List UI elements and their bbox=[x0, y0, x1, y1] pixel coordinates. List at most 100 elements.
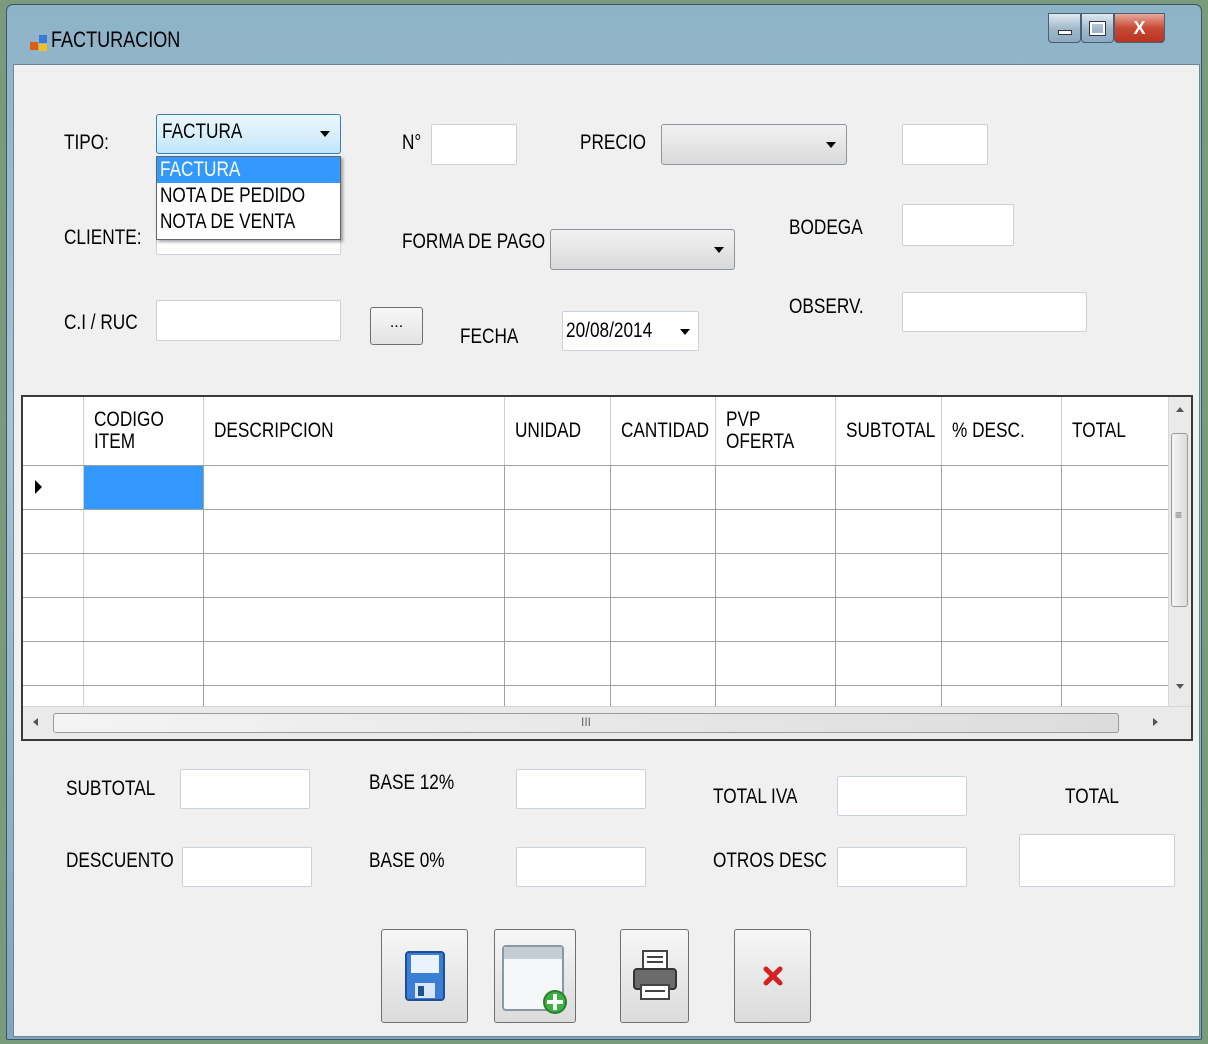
base0-input[interactable] bbox=[516, 847, 646, 887]
grid-cell[interactable] bbox=[836, 466, 942, 509]
precio-value-input[interactable] bbox=[902, 124, 988, 165]
row-header[interactable] bbox=[23, 598, 84, 641]
forma-pago-select[interactable] bbox=[550, 229, 735, 270]
grid-cell[interactable] bbox=[505, 598, 611, 641]
grid-cell[interactable] bbox=[1062, 554, 1169, 597]
window-title: FACTURACION bbox=[51, 27, 181, 52]
grid-cell[interactable] bbox=[836, 598, 942, 641]
grid-cell[interactable] bbox=[942, 466, 1062, 509]
minimize-icon bbox=[1057, 29, 1072, 35]
grid-cell[interactable] bbox=[204, 466, 505, 509]
bodega-input[interactable] bbox=[902, 204, 1014, 246]
cancel-button[interactable] bbox=[734, 929, 811, 1023]
descuento-input[interactable] bbox=[182, 847, 312, 887]
tipo-option-nota-pedido[interactable]: NOTA DE PEDIDO bbox=[157, 183, 340, 209]
grid-cell[interactable] bbox=[942, 554, 1062, 597]
table-row[interactable] bbox=[23, 466, 1169, 510]
precio-label: PRECIO bbox=[580, 131, 647, 154]
grid-cell[interactable] bbox=[204, 598, 505, 641]
table-row[interactable] bbox=[23, 598, 1169, 642]
chevron-down-icon bbox=[714, 246, 724, 253]
grid-cell[interactable] bbox=[505, 642, 611, 685]
tipo-option-factura[interactable]: FACTURA bbox=[157, 157, 340, 183]
grid-vertical-scrollbar[interactable]: ≡ bbox=[1168, 397, 1191, 707]
ci-ruc-input[interactable] bbox=[156, 300, 341, 341]
grid-cell[interactable] bbox=[505, 510, 611, 553]
grid-cell[interactable] bbox=[716, 642, 836, 685]
column-header-desc[interactable]: % DESC. bbox=[942, 397, 1062, 465]
column-header-pvp-oferta[interactable]: PVP OFERTA bbox=[716, 397, 836, 465]
vertical-scroll-thumb[interactable]: ≡ bbox=[1171, 433, 1188, 607]
close-button[interactable]: X bbox=[1114, 13, 1165, 43]
grid-cell[interactable] bbox=[611, 554, 716, 597]
new-button[interactable] bbox=[494, 929, 576, 1023]
minimize-button[interactable] bbox=[1048, 13, 1081, 43]
grid-cell[interactable] bbox=[716, 554, 836, 597]
grid-cell[interactable] bbox=[836, 554, 942, 597]
grid-cell[interactable] bbox=[716, 510, 836, 553]
red-x-icon bbox=[763, 966, 782, 986]
tipo-select[interactable]: FACTURA bbox=[156, 114, 341, 154]
maximize-button[interactable] bbox=[1081, 13, 1114, 43]
total-input[interactable] bbox=[1019, 834, 1175, 887]
column-header-unidad[interactable]: UNIDAD bbox=[505, 397, 611, 465]
table-row[interactable] bbox=[23, 510, 1169, 554]
row-header[interactable] bbox=[23, 466, 84, 509]
grid-cell[interactable] bbox=[836, 642, 942, 685]
tipo-option-nota-venta[interactable]: NOTA DE VENTA bbox=[157, 209, 340, 235]
row-header[interactable] bbox=[23, 554, 84, 597]
grid-cell[interactable] bbox=[505, 554, 611, 597]
otros-desc-input[interactable] bbox=[837, 847, 967, 887]
browse-button[interactable]: ... bbox=[370, 307, 423, 345]
column-header-descripcion[interactable]: DESCRIPCION bbox=[204, 397, 505, 465]
column-header-cantidad[interactable]: CANTIDAD bbox=[611, 397, 716, 465]
table-row[interactable] bbox=[23, 554, 1169, 598]
grid-cell[interactable] bbox=[611, 642, 716, 685]
scroll-right-icon[interactable] bbox=[1153, 718, 1158, 726]
grid-cell[interactable] bbox=[716, 598, 836, 641]
grid-cell[interactable] bbox=[942, 642, 1062, 685]
grid-cell[interactable] bbox=[836, 510, 942, 553]
base12-input[interactable] bbox=[516, 769, 646, 809]
grid-cell[interactable] bbox=[611, 466, 716, 509]
grid-cell[interactable] bbox=[611, 598, 716, 641]
subtotal-input[interactable] bbox=[180, 769, 310, 809]
grid-cell[interactable] bbox=[204, 554, 505, 597]
grid-cell[interactable] bbox=[84, 642, 204, 685]
column-header-total[interactable]: TOTAL bbox=[1062, 397, 1169, 465]
grid-cell[interactable] bbox=[1062, 642, 1169, 685]
grid-cell[interactable] bbox=[84, 466, 204, 509]
numero-input[interactable] bbox=[431, 124, 517, 165]
table-row[interactable] bbox=[23, 642, 1169, 686]
fecha-date-picker[interactable]: 20/08/2014 bbox=[562, 311, 699, 351]
grid-cell[interactable] bbox=[1062, 510, 1169, 553]
row-header[interactable] bbox=[23, 642, 84, 685]
grid-cell[interactable] bbox=[1062, 598, 1169, 641]
save-button[interactable] bbox=[381, 929, 468, 1023]
chevron-down-icon bbox=[320, 131, 330, 137]
precio-select[interactable] bbox=[661, 124, 847, 165]
grid-cell[interactable] bbox=[84, 554, 204, 597]
row-header[interactable] bbox=[23, 510, 84, 553]
observ-input[interactable] bbox=[902, 292, 1087, 332]
grid-cell[interactable] bbox=[611, 510, 716, 553]
grid-cell[interactable] bbox=[1062, 466, 1169, 509]
grid-cell[interactable] bbox=[204, 642, 505, 685]
print-button[interactable] bbox=[620, 929, 689, 1023]
scroll-up-icon[interactable] bbox=[1176, 407, 1184, 412]
bodega-label: BODEGA bbox=[789, 216, 863, 239]
scroll-left-icon[interactable] bbox=[33, 718, 38, 726]
scroll-down-icon[interactable] bbox=[1176, 684, 1184, 689]
grid-cell[interactable] bbox=[204, 510, 505, 553]
grid-cell[interactable] bbox=[84, 510, 204, 553]
grid-cell[interactable] bbox=[942, 510, 1062, 553]
horizontal-scroll-thumb[interactable]: III bbox=[53, 713, 1119, 733]
total-iva-input[interactable] bbox=[837, 776, 967, 816]
column-header-subtotal[interactable]: SUBTOTAL bbox=[836, 397, 942, 465]
grid-cell[interactable] bbox=[505, 466, 611, 509]
grid-horizontal-scrollbar[interactable]: III bbox=[23, 706, 1191, 739]
grid-cell[interactable] bbox=[716, 466, 836, 509]
grid-cell[interactable] bbox=[942, 598, 1062, 641]
grid-cell[interactable] bbox=[84, 598, 204, 641]
column-header-codigo[interactable]: CODIGO ITEM bbox=[84, 397, 204, 465]
